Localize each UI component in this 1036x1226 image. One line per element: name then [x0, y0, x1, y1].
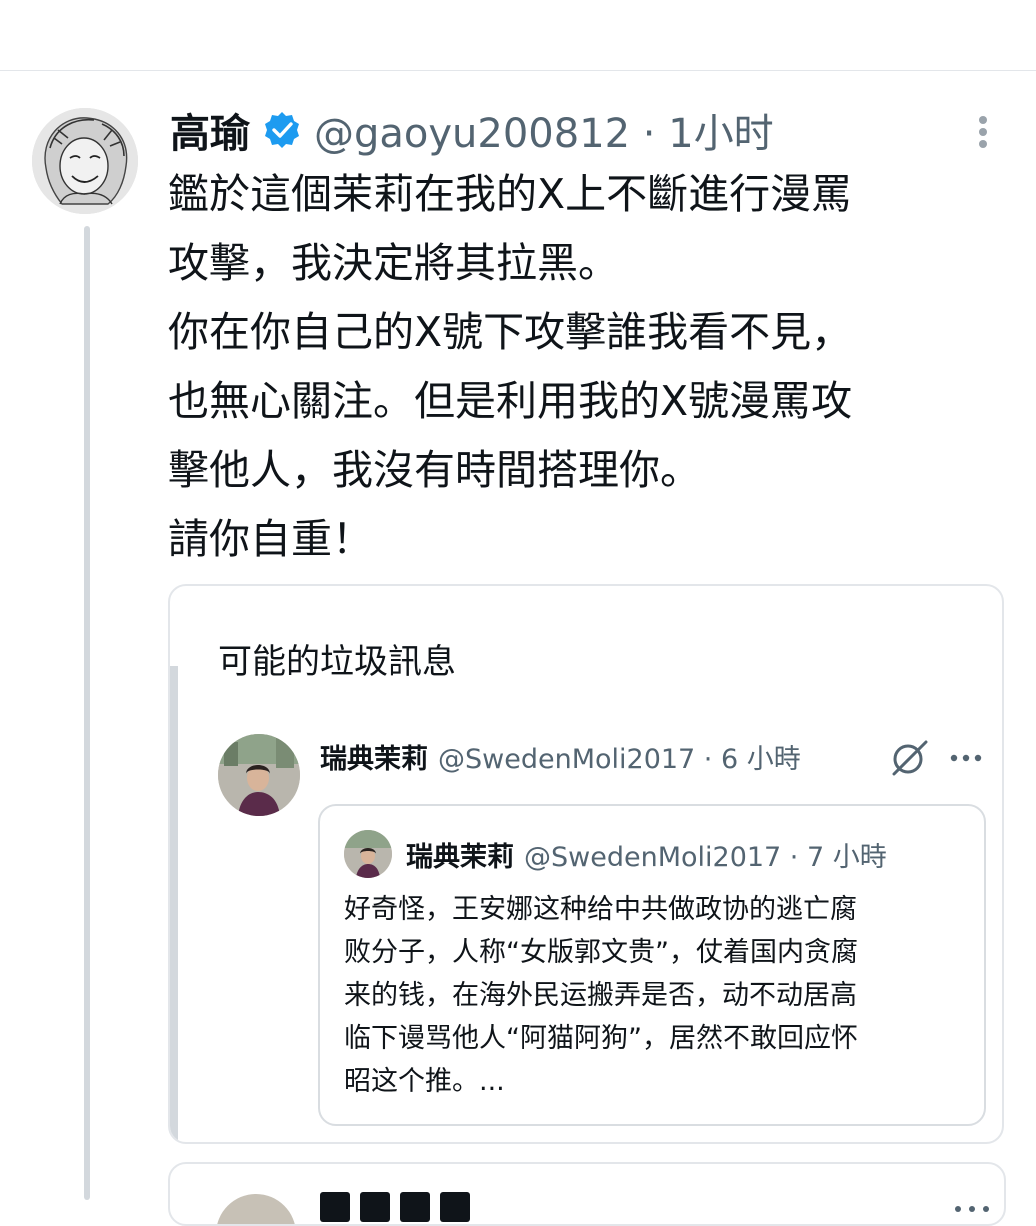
nested-tweet-line: 败分子，人称“女版郭文贵”，仗着国内贪腐 [344, 937, 858, 968]
verified-badge-icon [262, 110, 302, 150]
nested-author-name[interactable]: 瑞典茉莉 [406, 835, 514, 874]
quote-accent-bar [170, 666, 178, 1142]
quoted-more-options-icon[interactable] [948, 748, 984, 768]
thread-line [84, 226, 90, 1200]
tweet-text: 鑑於這個茉莉在我的X上不斷進行漫罵 攻擊，我決定將其拉黑。 你在你自己的X號下攻… [168, 160, 1018, 574]
nested-author-avatar[interactable] [344, 830, 392, 878]
author-avatar[interactable] [32, 108, 138, 214]
quoted-author-avatar[interactable] [218, 734, 300, 816]
nested-tweet-text: 好奇怪，王安娜这种给中共做政协的逃亡腐 败分子，人称“女版郭文贵”，仗着国内贪腐… [344, 888, 964, 1103]
nested-tweet-header: 瑞典茉莉 @SwedenMoli2017 · 7 小時 [406, 834, 887, 874]
nested-tweet-line: 临下谩骂他人“阿猫阿狗”，居然不敢回应怀 [344, 1023, 858, 1054]
quoted-handle-and-time[interactable]: @SwedenMoli2017 · 6 小時 [438, 737, 801, 776]
quoted-author-name[interactable]: 瑞典茉莉 [320, 737, 428, 776]
spam-label: 可能的垃圾訊息 [218, 642, 456, 682]
author-name[interactable]: 高瑜 [170, 101, 250, 159]
top-divider [0, 70, 1036, 71]
next-quoted-card[interactable] [168, 1162, 1006, 1226]
nested-tweet-line: 昭这个推。... [344, 1066, 505, 1097]
quoted-tweet-header: 瑞典茉莉 @SwedenMoli2017 · 6 小時 [320, 736, 801, 776]
tweet-line: 你在你自己的X號下攻擊誰我看不見， [168, 308, 853, 356]
nested-tweet-line: 来的钱，在海外民运搬弄是否，动不动居高 [344, 980, 857, 1011]
nested-tweet-line: 好奇怪，王安娜这种给中共做政协的逃亡腐 [344, 894, 857, 925]
tweet-line: 也無心關注。但是利用我的X號漫罵攻 [168, 377, 853, 425]
tweet-line: 擊他人，我沒有時間搭理你。 [168, 446, 701, 494]
more-options-icon[interactable] [968, 112, 998, 152]
next-author-name-cutoff [320, 1192, 490, 1224]
nested-quoted-tweet-card[interactable]: 瑞典茉莉 @SwedenMoli2017 · 7 小時 好奇怪，王安娜这种给中共… [318, 804, 986, 1126]
grok-icon[interactable] [888, 736, 932, 780]
tweet-line: 請你自重！ [168, 515, 373, 563]
tweet-line: 鑑於這個茉莉在我的X上不斷進行漫罵 [168, 170, 853, 218]
nested-handle-and-time[interactable]: @SwedenMoli2017 · 7 小時 [524, 835, 887, 874]
handle-and-time[interactable]: @gaoyu200812 · 1小时 [314, 101, 774, 159]
quoted-tweet-card[interactable]: 可能的垃圾訊息 瑞典茉莉 @SwedenMoli2017 · 6 小時 瑞典茉莉… [168, 584, 1004, 1144]
tweet-line: 攻擊，我決定將其拉黑。 [168, 239, 619, 287]
tweet-header: 高瑜 @gaoyu200812 · 1小时 [170, 98, 774, 162]
next-author-avatar[interactable] [216, 1194, 296, 1224]
